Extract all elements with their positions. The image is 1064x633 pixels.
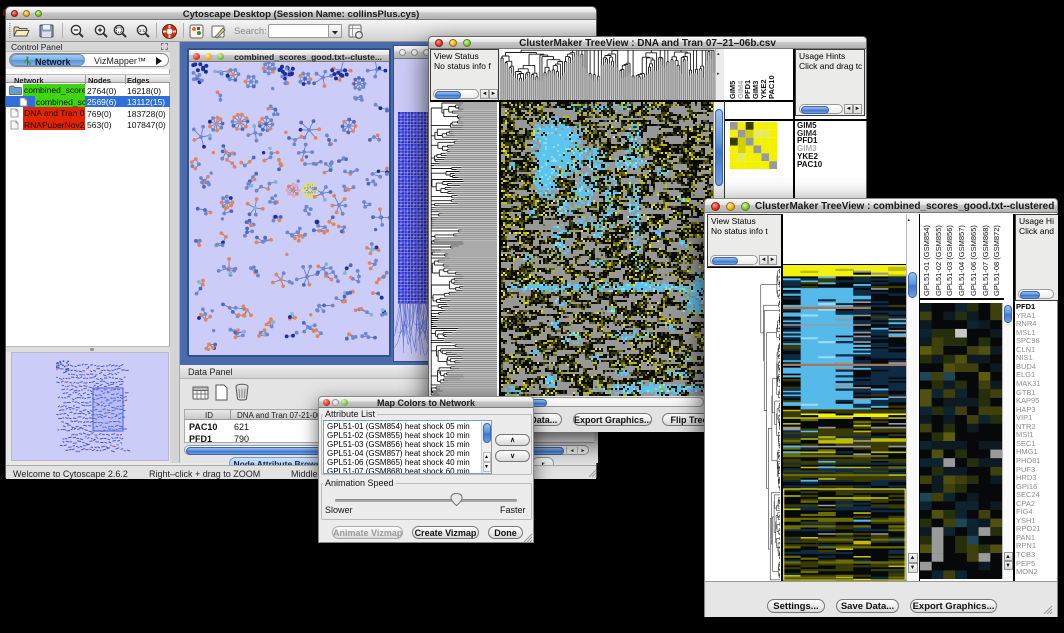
svg-text:1:1: 1:1 xyxy=(139,28,146,33)
